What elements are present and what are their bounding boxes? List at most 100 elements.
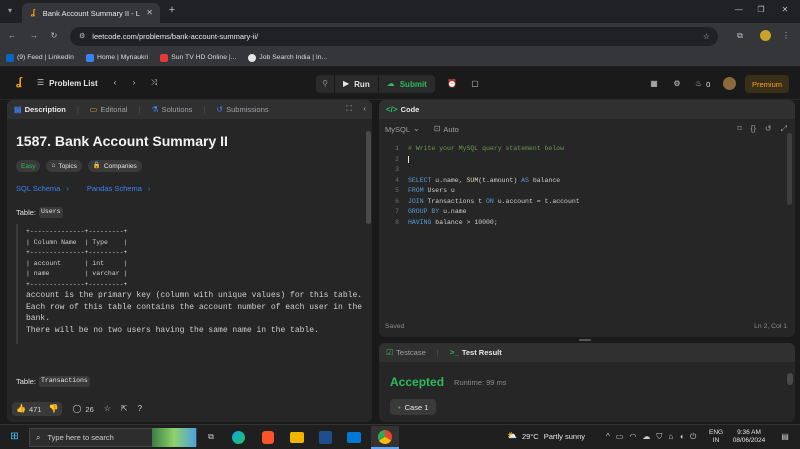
bookmark-indeed[interactable]: Job Search India | In... — [248, 53, 328, 62]
tray-overflow-icon[interactable]: ^ — [606, 432, 610, 442]
schema-line: | Column Name | Type | — [26, 238, 128, 246]
close-tab-icon[interactable]: ✕ — [145, 8, 154, 18]
tab-title: Bank Account Summary II - Le — [42, 8, 141, 18]
address-bar[interactable]: ⚙ leetcode.com/problems/bank-account-sum… — [70, 27, 718, 46]
premium-button[interactable]: Premium — [745, 75, 790, 93]
submit-label: Submit — [399, 79, 427, 89]
settings-gear-icon[interactable]: ⚙ — [672, 79, 682, 89]
chevron-right-icon: › — [66, 184, 69, 193]
fire-icon: ♨ — [695, 79, 703, 88]
bookmark-star-icon[interactable]: ☆ — [703, 32, 710, 42]
edge-icon[interactable] — [232, 431, 245, 444]
format-braces-icon[interactable]: {} — [751, 124, 756, 134]
bookmark-suntv[interactable]: Sun TV HD Online |... — [160, 53, 236, 62]
shuffle-icon[interactable]: ⤨ — [149, 78, 159, 88]
like-button[interactable]: 👍 471 👎 — [12, 402, 63, 416]
clock[interactable]: 9:36 AM 08/06/2024 — [730, 429, 768, 445]
system-tray: ^ ▭ ◠ ☁ ⛉ ⌂ ◖ ⏻ — [606, 432, 696, 442]
security-icon[interactable]: ⛉ — [656, 432, 662, 442]
topics-chip[interactable]: ⌂ Topics — [46, 160, 82, 172]
run-button[interactable]: ▶ Run — [334, 75, 378, 93]
back-icon[interactable]: ← — [7, 31, 17, 41]
task-view-icon[interactable]: ⧉ — [205, 432, 217, 442]
result-scrollbar[interactable] — [787, 373, 793, 385]
debug-icon[interactable]: ⚲ — [316, 79, 334, 89]
table-label: Table: — [16, 376, 37, 386]
tab-testcase[interactable]: ☑ Testcase — [386, 348, 426, 358]
mail-icon[interactable] — [347, 432, 361, 443]
sql-schema-link[interactable]: SQL Schema — [16, 184, 60, 193]
streak-counter[interactable]: ♨ 0 — [695, 79, 710, 89]
browser-tab[interactable]: ʆ Bank Account Summary II - Le ✕ — [22, 3, 160, 23]
profile-avatar[interactable] — [760, 30, 771, 41]
bookmark-naukri[interactable]: Home | Mynaukri — [85, 53, 148, 62]
help-icon[interactable]: ? — [138, 404, 142, 414]
tab-description[interactable]: ▤ Description — [14, 105, 66, 115]
site-info-icon[interactable]: ⚙ — [79, 32, 85, 42]
reset-icon[interactable]: ↺ — [765, 124, 772, 134]
prev-problem-icon[interactable]: ‹ — [111, 78, 119, 88]
onedrive-icon[interactable]: ☁ — [642, 432, 650, 442]
tab-editorial[interactable]: ▭ Editorial — [90, 105, 128, 115]
favorite-star-icon[interactable]: ☆ — [104, 404, 111, 414]
bookmark-linkedin[interactable]: (9) Feed | LinkedIn — [6, 53, 74, 62]
thumbs-down-icon[interactable]: 👎 — [48, 404, 58, 414]
extensions-icon[interactable]: ⧉ — [735, 31, 745, 41]
fullscreen-icon[interactable]: ⤢ — [781, 124, 787, 134]
close-window-icon[interactable]: ✕ — [779, 5, 791, 15]
timer-icon[interactable]: ⏰ — [446, 79, 458, 89]
layout-icon[interactable]: ▦ — [649, 79, 659, 89]
url-text: leetcode.com/problems/bank-account-summa… — [92, 32, 259, 41]
tab-submissions[interactable]: ↺ Submissions — [216, 105, 268, 115]
case-1-button[interactable]: • Case 1 — [390, 399, 437, 415]
volume-icon[interactable]: ◖ — [679, 432, 684, 442]
notifications-icon[interactable]: ▤ — [779, 432, 791, 442]
panel-resize-handle[interactable] — [579, 339, 591, 341]
input-language[interactable]: ENG IN — [709, 429, 723, 445]
submit-button[interactable]: ☁ Submit — [377, 75, 435, 93]
pandas-schema-link[interactable]: Pandas Schema — [87, 184, 142, 193]
windows-start-icon[interactable]: ⊞ — [9, 432, 20, 443]
maximize-icon[interactable]: ⛶ — [346, 104, 352, 114]
tab-code[interactable]: </> Code — [386, 105, 419, 115]
minimize-window-icon[interactable]: — — [733, 5, 745, 15]
line-number: 5 — [395, 187, 399, 194]
verdict-text: Accepted — [390, 375, 445, 389]
auto-mode-toggle[interactable]: ⊡ Auto — [434, 124, 459, 134]
power-icon[interactable]: ⏻ — [690, 432, 696, 442]
tab-solutions[interactable]: ⚗ Solutions — [151, 105, 192, 115]
problem-list-button[interactable]: ☰ Problem List — [37, 78, 98, 88]
file-explorer-icon[interactable] — [290, 432, 304, 443]
comments-button[interactable]: ◯ 26 — [72, 404, 93, 414]
new-tab-icon[interactable]: + — [166, 5, 178, 16]
share-icon[interactable]: ⇱ — [121, 404, 128, 414]
browser-menu-icon[interactable]: ⋮ — [781, 31, 791, 41]
forward-icon[interactable]: → — [29, 31, 39, 41]
weather-widget[interactable]: ⛅ 29°C Partly sunny — [507, 431, 585, 441]
bookmark-label: Job Search India | In... — [259, 54, 328, 61]
notes-icon[interactable]: ▢ — [469, 79, 481, 89]
bookmark-icon[interactable]: ⌑ — [737, 124, 741, 134]
editor-scrollbar[interactable] — [787, 133, 792, 205]
chrome-taskbar-item[interactable] — [371, 426, 399, 449]
description-scrollbar[interactable] — [366, 131, 371, 224]
code-area[interactable]: # Write your MySQL query statement below… — [408, 144, 788, 228]
difficulty-badge[interactable]: Easy — [16, 160, 41, 172]
language-select[interactable]: MySQL ⌄ — [385, 124, 420, 134]
wifi-icon[interactable]: ◠ — [629, 432, 636, 442]
network-icon[interactable]: ⌂ — [668, 432, 673, 442]
comment-icon: ◯ — [72, 404, 82, 413]
vscode-like-icon[interactable] — [319, 431, 332, 444]
companies-chip[interactable]: 🔒 Companies — [87, 160, 142, 172]
battery-icon[interactable]: ▭ — [616, 432, 624, 442]
tab-test-result[interactable]: >_ Test Result — [450, 348, 502, 358]
brave-icon[interactable] — [262, 431, 274, 444]
collapse-icon[interactable]: ‹ — [363, 104, 366, 114]
next-problem-icon[interactable]: › — [130, 78, 138, 88]
play-icon: ▶ — [343, 79, 350, 88]
reload-icon[interactable]: ↻ — [49, 31, 59, 41]
leetcode-logo-icon[interactable]: ʆ — [13, 77, 25, 88]
restore-window-icon[interactable]: ❐ — [755, 5, 767, 15]
user-avatar[interactable] — [723, 77, 736, 90]
tab-search-icon[interactable]: ▾ — [5, 6, 15, 16]
